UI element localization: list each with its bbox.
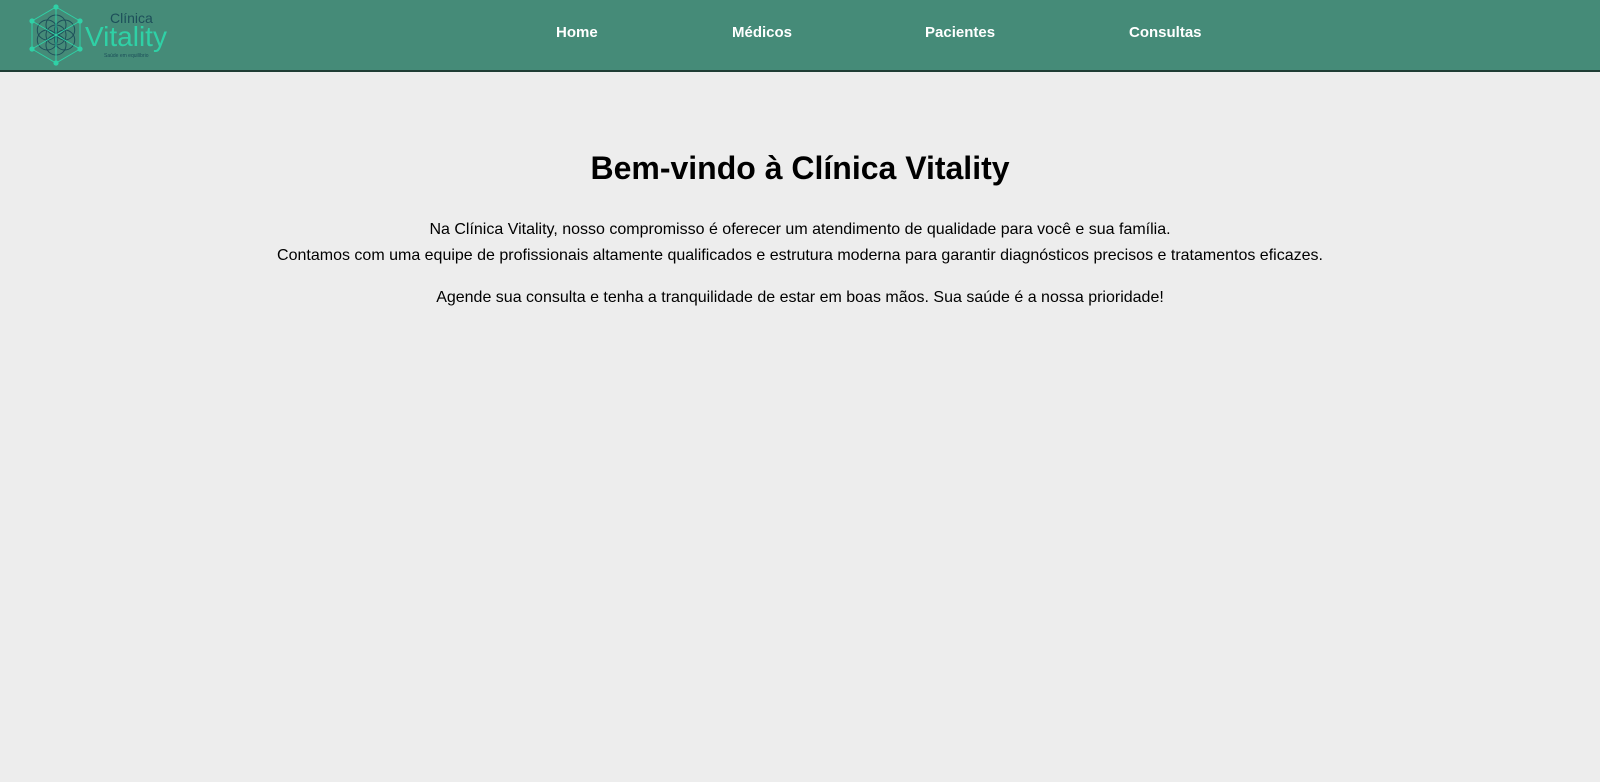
nav-consultas-link[interactable]: Consultas [1129,24,1202,41]
logo-line2: Vitality [85,21,167,52]
intro-paragraph: Na Clínica Vitality, nosso compromisso é… [0,217,1600,269]
intro-line-2: Contamos com uma equipe de profissionais… [277,247,1323,264]
cta-paragraph: Agende sua consulta e tenha a tranquilid… [436,289,1164,306]
main-content: Bem-vindo à Clínica Vitality Na Clínica … [0,74,1600,311]
nav-medicos-link[interactable]: Médicos [732,24,792,41]
page-title: Bem-vindo à Clínica Vitality [590,150,1010,186]
logo-tagline: Saúde em equilíbrio [104,53,149,59]
flower-of-life-logo-icon: Clínica Vitality Saúde em equilíbrio [29,4,167,66]
nav-home-link[interactable]: Home [556,24,598,41]
intro-line-1: Na Clínica Vitality, nosso compromisso é… [429,221,1171,238]
header-navbar: Clínica Vitality Saúde em equilíbrio Hom… [0,0,1600,72]
clinic-logo[interactable]: Clínica Vitality Saúde em equilíbrio [28,4,178,66]
nav-pacientes-link[interactable]: Pacientes [925,24,995,41]
